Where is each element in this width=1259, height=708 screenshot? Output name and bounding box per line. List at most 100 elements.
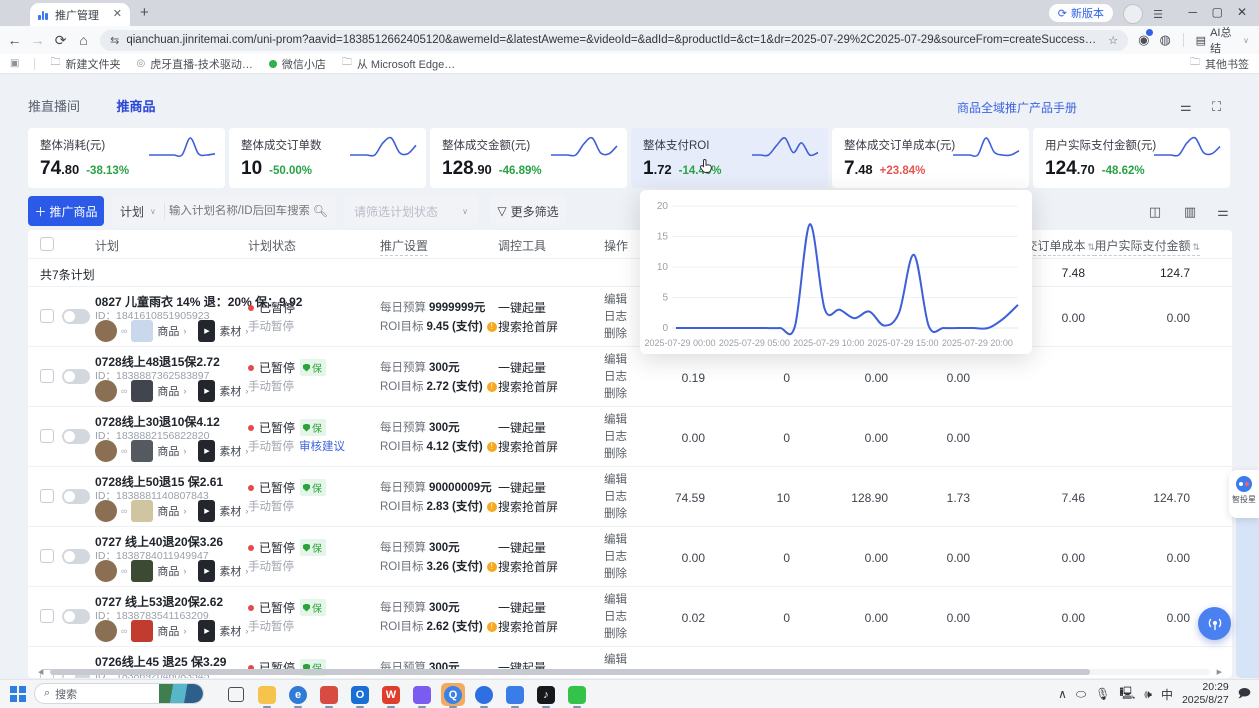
material-thumbnail[interactable]: ▶ [198, 380, 215, 402]
stat-card-4[interactable]: 整体支付ROI1.72-14.43% [631, 128, 828, 188]
tray-chevron-up-icon[interactable]: ∧ [1058, 687, 1067, 701]
action-link[interactable]: 编辑 [604, 651, 627, 667]
material-link[interactable]: 素材 [219, 503, 241, 519]
forward-icon[interactable]: → [29, 32, 46, 48]
material-thumbnail[interactable]: ▶ [198, 560, 215, 582]
material-link[interactable]: 素材 [219, 323, 241, 339]
review-suggestion-link[interactable]: 审核建议 [299, 441, 345, 453]
material-thumbnail[interactable]: ▶ [198, 320, 215, 342]
stat-card-1[interactable]: 整体消耗(元)74.80-38.13% [28, 128, 225, 188]
tool-link[interactable]: 一键起量 [498, 539, 546, 556]
product-link[interactable]: 商品 [157, 383, 179, 399]
window-close-button[interactable]: ✕ [1237, 6, 1247, 18]
horizontal-scrollbar[interactable]: ◀ ▶ [38, 668, 1222, 676]
select-all-checkbox[interactable] [40, 237, 54, 251]
bookmark-item-1[interactable]: 🗀新建文件夹 [50, 55, 120, 72]
speaker-icon[interactable]: 🕪 [1144, 687, 1152, 702]
product-link[interactable]: 商品 [157, 623, 179, 639]
extensions-puzzle-icon[interactable]: ◍ [1159, 32, 1170, 48]
stat-card-2[interactable]: 整体成交订单数10-50.00% [229, 128, 426, 188]
browser-tab[interactable]: 推广管理 ✕ [30, 3, 130, 26]
tab-products[interactable]: 推商品 [116, 99, 155, 114]
info-icon[interactable]: ! [487, 502, 497, 512]
taskbar-app-qianchuan-browser[interactable]: Q [441, 683, 465, 706]
tool-link[interactable]: 一键起量 [498, 599, 546, 616]
product-link[interactable]: 商品 [157, 443, 179, 459]
material-thumbnail[interactable]: ▶ [198, 620, 215, 642]
fullscreen-icon[interactable]: ⛶ [1212, 99, 1221, 115]
custom-user-column-icon[interactable]: ◫ [1144, 201, 1166, 223]
row-checkbox[interactable] [40, 309, 54, 323]
info-icon[interactable]: ! [487, 562, 497, 572]
tool-link[interactable]: 一键起量 [498, 299, 546, 316]
product-thumbnail[interactable] [131, 500, 153, 522]
taskbar-app-green-app[interactable] [565, 683, 589, 706]
side-panel-icon[interactable]: ▣ [10, 58, 19, 69]
browser-profile-avatar[interactable] [1123, 4, 1143, 24]
row-checkbox[interactable] [40, 549, 54, 563]
row-checkbox[interactable] [40, 489, 54, 503]
reload-icon[interactable]: ⟳ [52, 32, 69, 49]
taskbar-app-edge-browser[interactable]: e [286, 683, 310, 706]
row-checkbox[interactable] [40, 369, 54, 383]
row-toggle-switch[interactable] [62, 369, 90, 384]
row-toggle-switch[interactable] [62, 429, 90, 444]
touchpad-icon[interactable]: ⬭ [1076, 687, 1086, 702]
new-tab-button[interactable]: + [140, 4, 149, 21]
network-icon[interactable]: 🖳︎ [1119, 684, 1135, 705]
action-link[interactable]: 编辑 [604, 531, 627, 547]
tool-link[interactable]: 一键起量 [498, 479, 546, 496]
metric-header-6[interactable]: 用户实际支付金额⇅ [1094, 237, 1200, 256]
status-select[interactable]: 请筛选计划状态∨ [344, 196, 478, 226]
col-header-1[interactable]: 计划 [95, 237, 119, 254]
action-link[interactable]: 日志 [604, 308, 627, 324]
product-thumbnail[interactable] [131, 440, 153, 462]
action-link[interactable]: 删除 [604, 385, 627, 401]
action-link[interactable]: 日志 [604, 608, 627, 624]
home-icon[interactable]: ⌂ [75, 32, 92, 48]
tool-link[interactable]: 搜索抢首屏 [498, 618, 558, 635]
action-link[interactable]: 日志 [604, 368, 627, 384]
start-button[interactable] [10, 686, 26, 702]
taskbar-search[interactable]: ⌕ 搜索 [34, 683, 204, 704]
action-link[interactable]: 日志 [604, 428, 627, 444]
scroll-left-icon[interactable]: ◀ [38, 668, 43, 676]
search-icon[interactable]: 🔍︎ [313, 204, 336, 218]
taskbar-app-red-store-app[interactable] [317, 683, 341, 706]
new-version-button[interactable]: ⟳新版本 [1049, 4, 1113, 22]
product-thumbnail[interactable] [131, 620, 153, 642]
promote-product-button[interactable]: ＋推广商品 [28, 196, 104, 226]
material-thumbnail[interactable]: ▶ [198, 440, 215, 462]
taskbar-app-wps-office[interactable]: W [379, 683, 403, 706]
action-link[interactable]: 编辑 [604, 591, 627, 607]
material-link[interactable]: 素材 [219, 443, 241, 459]
browser-menu-icon[interactable]: ☰ [1153, 8, 1163, 21]
row-toggle-switch[interactable] [62, 309, 90, 324]
other-bookmarks-button[interactable]: 🗀 其他书签 [1190, 55, 1249, 72]
help-float-button[interactable] [1198, 607, 1231, 640]
row-checkbox[interactable] [40, 609, 54, 623]
assistant-widget[interactable]: 智投星 [1229, 470, 1259, 518]
plan-select[interactable]: 计划∨ [112, 203, 164, 220]
bookmark-item-3[interactable]: 微信小店 [269, 55, 326, 72]
taskbar-app-file-explorer[interactable] [255, 683, 279, 706]
row-checkbox[interactable] [40, 429, 54, 443]
taskbar-app-purple-app[interactable] [410, 683, 434, 706]
product-thumbnail[interactable] [131, 560, 153, 582]
bookmark-item-4[interactable]: 🗀从 Microsoft Edge… [342, 55, 455, 72]
row-toggle-switch[interactable] [62, 489, 90, 504]
row-toggle-switch[interactable] [62, 609, 90, 624]
task-view-icon[interactable] [228, 687, 244, 702]
product-link[interactable]: 商品 [157, 563, 179, 579]
stat-card-5[interactable]: 整体成交订单成本(元)7.48+23.84% [832, 128, 1029, 188]
taskbar-app-blue-circle-app[interactable] [472, 683, 496, 706]
search-highlight-image[interactable] [159, 684, 203, 703]
window-minimize-button[interactable]: ─ [1188, 6, 1197, 18]
bookmark-item-2[interactable]: ◎虎牙直播-技术驱动… [136, 55, 252, 72]
action-link[interactable]: 删除 [604, 505, 627, 521]
tool-link[interactable]: 搜索抢首屏 [498, 318, 558, 335]
action-link[interactable]: 删除 [604, 565, 627, 581]
taskbar-app-douyin[interactable]: ♪ [534, 683, 558, 706]
action-link[interactable]: 编辑 [604, 351, 627, 367]
col-header-5[interactable]: 操作 [604, 237, 628, 254]
